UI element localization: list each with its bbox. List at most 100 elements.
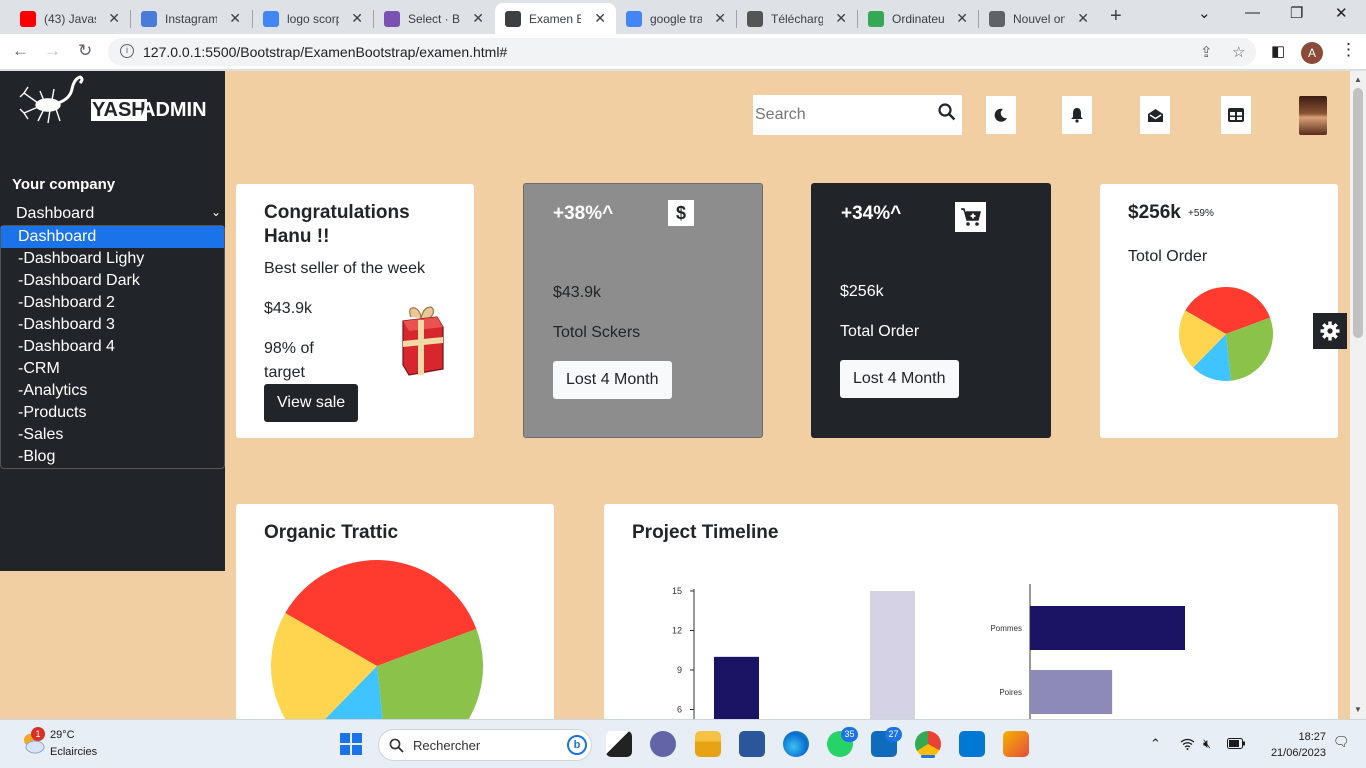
- sellers-amount: $43.9k: [553, 284, 602, 301]
- speaker-muted-icon[interactable]: 🔇︎: [1203, 736, 1211, 752]
- site-info-icon[interactable]: i: [120, 44, 134, 58]
- dropdown-option[interactable]: -Dashboard Dark: [1, 270, 224, 292]
- dashboard-select[interactable]: Dashboard ⌄: [16, 205, 223, 223]
- close-tab-icon[interactable]: ✕: [472, 10, 484, 27]
- dropdown-option[interactable]: -Sales: [1, 424, 224, 446]
- snipping-tool-icon[interactable]: [1003, 731, 1029, 757]
- dollar-icon: $: [668, 200, 694, 226]
- orders-period-button[interactable]: Lost 4 Month: [840, 360, 959, 398]
- browser-tab-strip: (43) Javasc✕Instagram✕logo scorp✕Select …: [0, 0, 1366, 34]
- microsoft-store-icon[interactable]: [739, 731, 765, 757]
- browser-tab[interactable]: Ordinateur ✕: [858, 3, 978, 34]
- page-scrollbar[interactable]: ▲ ▼: [1350, 71, 1366, 719]
- browser-tab[interactable]: Nouvel on ✕: [979, 3, 1099, 34]
- close-tab-icon[interactable]: ✕: [956, 10, 968, 27]
- profile-avatar[interactable]: A: [1301, 42, 1323, 64]
- sellers-period-button[interactable]: Lost 4 Month: [553, 361, 672, 399]
- scrollbar-thumb[interactable]: [1353, 88, 1363, 338]
- browser-toolbar: ← → ↻ i 127.0.0.1:5500/Bootstrap/ExamenB…: [0, 34, 1366, 70]
- chrome-icon[interactable]: [915, 731, 941, 757]
- tab-search-icon[interactable]: ⌄: [1198, 4, 1211, 22]
- timeline-bar: [870, 591, 915, 719]
- sellers-growth: +38%^: [553, 203, 614, 224]
- browser-tab-title: Select · Bo: [408, 11, 460, 26]
- back-icon[interactable]: ←: [12, 41, 29, 61]
- table-icon: [1228, 108, 1244, 122]
- graduation-icon: [747, 10, 763, 27]
- file-explorer-icon[interactable]: [695, 731, 721, 757]
- minimize-button[interactable]: —: [1245, 4, 1260, 21]
- close-tab-icon[interactable]: ✕: [835, 10, 847, 27]
- dropdown-option[interactable]: -Dashboard Lighy: [1, 248, 224, 270]
- bookmark-star-icon[interactable]: ☆: [1232, 43, 1245, 61]
- windows-start-icon[interactable]: [340, 733, 362, 755]
- browser-tab[interactable]: (43) Javasc ✕: [10, 3, 130, 34]
- dark-mode-button[interactable]: [986, 96, 1016, 134]
- dropdown-option[interactable]: -Products: [1, 402, 224, 424]
- user-avatar[interactable]: [1299, 96, 1327, 135]
- scroll-down-arrow-icon[interactable]: ▼: [1354, 705, 1362, 714]
- browser-tab[interactable]: Instagram ✕: [131, 3, 251, 34]
- y-tick-label: 6: [677, 705, 682, 715]
- orders-growth: +34%^: [841, 203, 902, 224]
- dropdown-option[interactable]: Dashboard: [1, 226, 224, 248]
- share-icon[interactable]: ⇪: [1200, 43, 1213, 61]
- forward-icon[interactable]: →: [44, 41, 61, 61]
- browser-tab[interactable]: google tra ✕: [616, 3, 736, 34]
- task-view-icon[interactable]: [606, 731, 632, 757]
- dropdown-option[interactable]: -Dashboard 4: [1, 336, 224, 358]
- scroll-up-arrow-icon[interactable]: ▲: [1354, 75, 1362, 84]
- menu-icon[interactable]: ⋮: [1340, 40, 1357, 60]
- close-tab-icon[interactable]: ✕: [594, 10, 606, 27]
- close-tab-icon[interactable]: ✕: [229, 10, 241, 27]
- browser-tab[interactable]: Télécharge ✕: [737, 3, 857, 34]
- side-panel-icon[interactable]: ◧: [1271, 42, 1285, 60]
- close-tab-icon[interactable]: ✕: [108, 10, 120, 27]
- search-icon[interactable]: [938, 103, 956, 121]
- close-tab-icon[interactable]: ✕: [714, 10, 726, 27]
- dropdown-option[interactable]: -Dashboard 3: [1, 314, 224, 336]
- notifications-button[interactable]: [1062, 96, 1092, 134]
- dropdown-option[interactable]: -Dashboard 2: [1, 292, 224, 314]
- new-tab-button[interactable]: +: [1110, 5, 1122, 28]
- notification-center-icon[interactable]: 🗨︎: [1333, 734, 1350, 750]
- close-window-button[interactable]: ✕: [1335, 4, 1348, 22]
- url-text[interactable]: 127.0.0.1:5500/Bootstrap/ExamenBootstrap…: [143, 44, 507, 60]
- brand-logo[interactable]: YASH ADMIN: [18, 73, 218, 133]
- browser-tab[interactable]: logo scorp ✕: [253, 3, 373, 34]
- dropdown-option[interactable]: -CRM: [1, 358, 224, 380]
- bing-icon[interactable]: b: [567, 735, 587, 755]
- teams-chat-icon[interactable]: [650, 731, 676, 757]
- close-tab-icon[interactable]: ✕: [1077, 10, 1089, 27]
- y-tick-label: 9: [677, 665, 682, 675]
- messages-button[interactable]: [1140, 96, 1170, 134]
- vscode-icon[interactable]: [959, 731, 985, 757]
- dropdown-option[interactable]: -Blog: [1, 446, 224, 468]
- close-tab-icon[interactable]: ✕: [351, 10, 363, 27]
- browser-tab[interactable]: Select · Bo ✕: [374, 3, 494, 34]
- view-sale-button[interactable]: View sale: [264, 384, 359, 422]
- gift-icon: [402, 306, 444, 376]
- wifi-icon[interactable]: [1180, 738, 1195, 750]
- browser-tab[interactable]: Examen Bo ✕: [495, 3, 616, 34]
- grid-view-button[interactable]: [1221, 96, 1251, 134]
- total-order-pct: +59%: [1188, 208, 1214, 219]
- address-bar[interactable]: i 127.0.0.1:5500/Bootstrap/ExamenBootstr…: [108, 38, 1256, 66]
- sellers-card: +38%^ $ $43.9k Totol Sckers Lost 4 Month: [523, 183, 763, 438]
- search-input[interactable]: [753, 95, 933, 135]
- system-clock[interactable]: 18:27 21/06/2023: [1256, 729, 1326, 761]
- browser-tab-title: (43) Javasc: [44, 11, 96, 26]
- edge-icon[interactable]: [783, 731, 809, 757]
- dropdown-option[interactable]: -Analytics: [1, 380, 224, 402]
- weather-badge: 1: [31, 727, 45, 741]
- organic-traffic-title: Organic Trattic: [264, 522, 399, 543]
- reload-icon[interactable]: ↻: [78, 41, 92, 61]
- settings-button[interactable]: [1313, 313, 1347, 349]
- y-tick-label: 15: [672, 586, 682, 596]
- battery-icon[interactable]: [1227, 738, 1245, 749]
- browser-tab-title: google tra: [650, 11, 702, 26]
- show-hidden-icons[interactable]: ⌃: [1150, 736, 1161, 752]
- taskbar-search[interactable]: Rechercher b: [378, 729, 592, 761]
- maximize-button[interactable]: ❐: [1290, 4, 1303, 22]
- orders-card: +34%^ $256k Total Order Lost 4 Month: [811, 183, 1051, 438]
